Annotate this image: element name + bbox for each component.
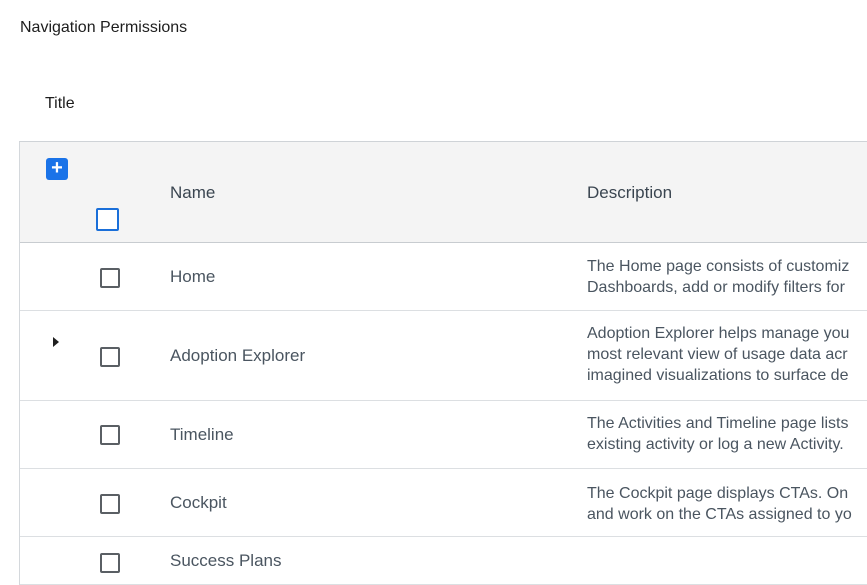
row-description: The Activities and Timeline page lists e… bbox=[587, 415, 849, 453]
row-checkbox[interactable] bbox=[100, 494, 120, 514]
expand-arrow-icon[interactable] bbox=[53, 337, 59, 347]
column-header-description[interactable]: Description bbox=[587, 183, 672, 203]
column-header-name[interactable]: Name bbox=[170, 183, 215, 203]
row-name: Timeline bbox=[170, 425, 234, 444]
table-row[interactable]: Home The Home page consists of customiz … bbox=[20, 243, 867, 311]
row-name: Adoption Explorer bbox=[170, 346, 306, 365]
row-description: Adoption Explorer helps manage you most … bbox=[587, 325, 850, 384]
row-checkbox[interactable] bbox=[100, 553, 120, 573]
section-title: Title bbox=[45, 95, 75, 112]
table-row[interactable]: Success Plans bbox=[20, 537, 867, 585]
add-button[interactable]: + bbox=[46, 158, 68, 180]
table-row[interactable]: Timeline The Activities and Timeline pag… bbox=[20, 401, 867, 469]
row-description: The Cockpit page displays CTAs. On and w… bbox=[587, 485, 852, 523]
plus-icon: + bbox=[51, 157, 63, 179]
row-description: The Home page consists of customiz Dashb… bbox=[587, 258, 850, 296]
table-row[interactable]: Adoption Explorer Adoption Explorer help… bbox=[20, 311, 867, 401]
page-title: Navigation Permissions bbox=[20, 19, 188, 36]
select-all-checkbox[interactable] bbox=[96, 208, 119, 231]
row-name: Home bbox=[170, 267, 216, 286]
row-name: Cockpit bbox=[170, 493, 227, 512]
row-name: Success Plans bbox=[170, 551, 282, 570]
permissions-table: + Name Description Home The Home page co… bbox=[19, 141, 867, 585]
table-header: + Name Description bbox=[20, 142, 867, 243]
row-checkbox[interactable] bbox=[100, 425, 120, 445]
row-checkbox[interactable] bbox=[100, 268, 120, 288]
table-row[interactable]: Cockpit The Cockpit page displays CTAs. … bbox=[20, 469, 867, 537]
row-checkbox[interactable] bbox=[100, 347, 120, 367]
